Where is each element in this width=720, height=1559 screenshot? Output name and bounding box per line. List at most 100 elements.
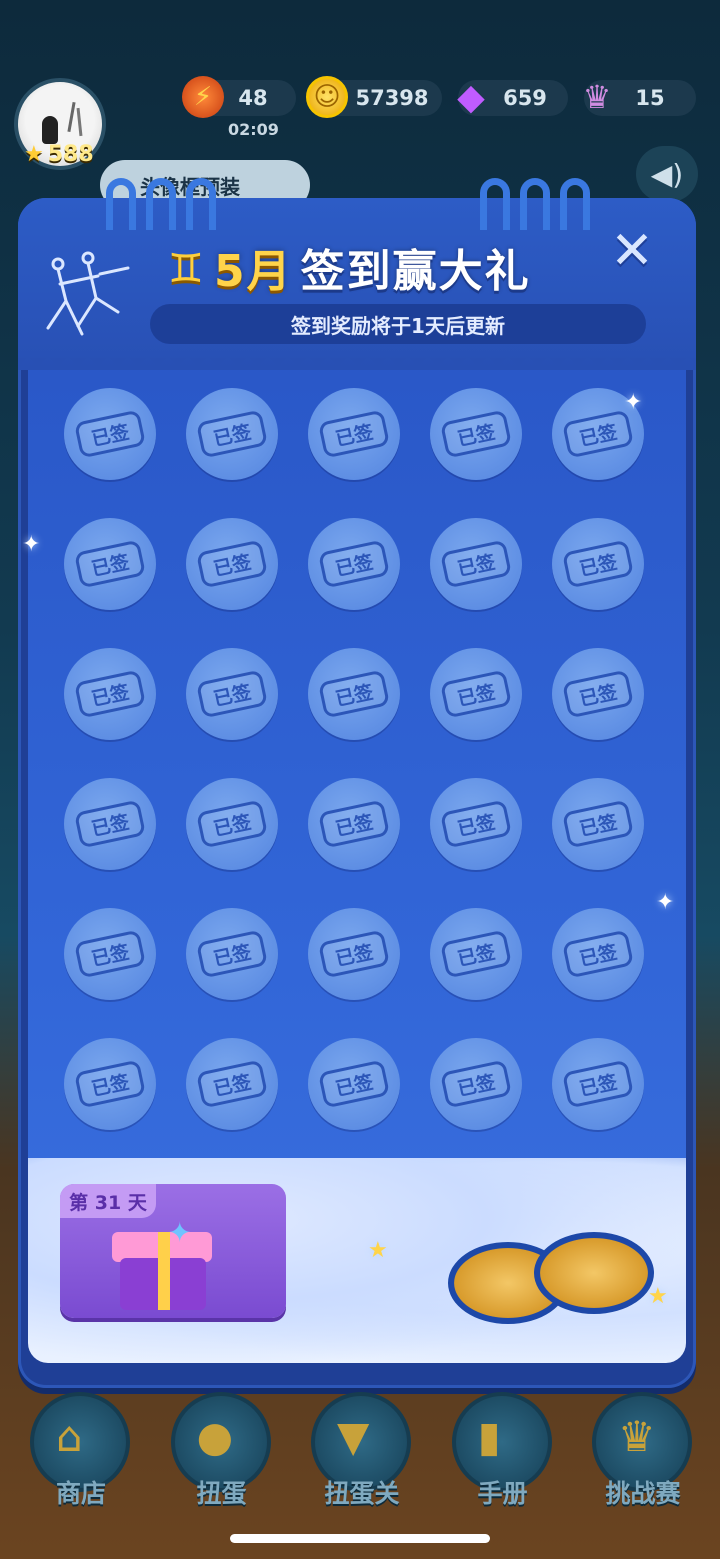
- signed-day-cell[interactable]: 已签: [64, 518, 156, 610]
- signed-stamp: 已签: [317, 409, 391, 459]
- signed-day-cell[interactable]: 已签: [552, 518, 644, 610]
- gift-box-icon: ✦: [110, 1216, 214, 1310]
- signed-day-cell[interactable]: 已签: [186, 778, 278, 870]
- speaker-icon: ◀): [650, 157, 684, 191]
- signed-stamp: 已签: [195, 409, 269, 459]
- signed-day-cell[interactable]: 已签: [308, 648, 400, 740]
- star-icon: ★: [648, 1284, 668, 1309]
- nav-label: 扭蛋关: [324, 1479, 400, 1508]
- gem-icon: ◆: [457, 76, 485, 118]
- signed-day-cell[interactable]: 已签: [308, 908, 400, 1000]
- shop-icon: ⌂: [56, 1412, 83, 1461]
- binder-ring-icon: [520, 178, 550, 230]
- energy-timer: 02:09: [228, 120, 279, 139]
- signed-stamp: 已签: [439, 1059, 513, 1109]
- signed-day-cell[interactable]: 已签: [64, 648, 156, 740]
- day-grid: 已签 已签 已签 已签 已签 已签 已签 已签 已签 已签 已签 已签 已签 已签 已签 已签 已签 已签 已签 已签…: [64, 388, 664, 1130]
- star-icon: ★: [24, 141, 44, 167]
- level-value: 588: [47, 141, 94, 167]
- home-indicator[interactable]: [230, 1534, 490, 1543]
- nav-label: 商店: [55, 1479, 106, 1508]
- signed-day-cell[interactable]: 已签: [308, 518, 400, 610]
- sparkle-icon: ✦: [624, 390, 643, 415]
- signed-stamp: 已签: [439, 799, 513, 849]
- signed-stamp: 已签: [439, 669, 513, 719]
- coin-value: 57398: [355, 86, 429, 110]
- signed-day-cell[interactable]: 已签: [552, 648, 644, 740]
- crown-icon: ♛: [582, 78, 612, 116]
- signed-day-cell[interactable]: 已签: [186, 518, 278, 610]
- signed-day-cell[interactable]: 已签: [64, 908, 156, 1000]
- crown-counter[interactable]: ♛ 15: [583, 78, 696, 116]
- signed-day-cell[interactable]: 已签: [430, 908, 522, 1000]
- signed-stamp: 已签: [561, 669, 635, 719]
- signed-day-cell[interactable]: 已签: [64, 388, 156, 480]
- crown-icon: ♛: [618, 1412, 656, 1461]
- signed-stamp: 已签: [317, 539, 391, 589]
- bonus-day-label: 第 31 天: [60, 1184, 156, 1218]
- signed-stamp: 已签: [317, 799, 391, 849]
- bonus-day-card[interactable]: 第 31 天 ✦: [60, 1184, 286, 1318]
- signed-stamp: 已签: [195, 799, 269, 849]
- signed-day-cell[interactable]: 已签: [552, 908, 644, 1000]
- panel-subtitle: 签到奖励将于1天后更新: [150, 304, 646, 344]
- signed-day-cell[interactable]: 已签: [64, 778, 156, 870]
- signed-day-cell[interactable]: 已签: [430, 778, 522, 870]
- nav-label: 手册: [477, 1479, 528, 1508]
- signed-day-cell[interactable]: 已签: [308, 388, 400, 480]
- nav-gacha-level[interactable]: ▼ 扭蛋关: [307, 1392, 417, 1508]
- signed-day-cell[interactable]: 已签: [186, 648, 278, 740]
- signed-day-cell[interactable]: 已签: [64, 1038, 156, 1130]
- book-icon: ▮: [477, 1412, 501, 1461]
- signed-day-cell[interactable]: 已签: [430, 388, 522, 480]
- nav-handbook[interactable]: ▮ 手册: [448, 1392, 558, 1508]
- signed-stamp: 已签: [561, 409, 635, 459]
- signin-calendar-panel: ♊ 5月 签到赢大礼 签到奖励将于1天后更新 ✕ 已签 已签 已签 已签 已签 已签 已签已…: [18, 178, 696, 1388]
- gemini-badge-icon: ♊: [168, 246, 204, 292]
- signed-stamp: 已签: [195, 1059, 269, 1109]
- gacha-level-icon: ▼: [337, 1412, 370, 1461]
- signed-stamp: 已签: [73, 539, 147, 589]
- signed-day-cell[interactable]: 已签: [552, 778, 644, 870]
- binder-ring-icon: [146, 178, 176, 230]
- signed-day-cell[interactable]: 已签: [308, 778, 400, 870]
- signed-day-cell[interactable]: 已签: [186, 388, 278, 480]
- signed-day-cell[interactable]: 已签: [186, 1038, 278, 1130]
- title-text: 签到赢大礼: [300, 246, 531, 297]
- panel-title: 5月 签到赢大礼: [214, 240, 531, 297]
- title-month: 5月: [214, 246, 293, 297]
- nav-gacha[interactable]: ● 扭蛋: [167, 1392, 277, 1508]
- signed-stamp: 已签: [561, 929, 635, 979]
- signed-stamp: 已签: [73, 1059, 147, 1109]
- energy-counter[interactable]: ⚡ 48: [182, 76, 296, 118]
- signed-stamp: 已签: [195, 929, 269, 979]
- coin-icon: ☺: [306, 76, 348, 118]
- bottom-nav: ⌂ 商店 ● 扭蛋 ▼ 扭蛋关 ▮ 手册 ♛ 挑战赛: [26, 1392, 698, 1512]
- nav-challenge[interactable]: ♛ 挑战赛: [588, 1392, 698, 1508]
- signed-stamp: 已签: [439, 929, 513, 979]
- binder-ring-icon: [480, 178, 510, 230]
- energy-value: 48: [238, 86, 268, 110]
- close-button[interactable]: ✕: [608, 224, 656, 278]
- signed-day-cell[interactable]: 已签: [308, 1038, 400, 1130]
- avatar-calligraphy: [67, 101, 76, 133]
- signed-day-cell[interactable]: 已签: [430, 648, 522, 740]
- nav-label: 扭蛋: [196, 1479, 247, 1508]
- capsule-icon: ●: [196, 1412, 234, 1461]
- nav-shop[interactable]: ⌂ 商店: [26, 1392, 136, 1508]
- gem-counter[interactable]: ◆ 659: [457, 77, 568, 118]
- sparkle-icon: ✦: [656, 890, 675, 915]
- speaker-button[interactable]: ◀): [636, 146, 698, 202]
- coin-counter[interactable]: ☺ 57398: [306, 76, 442, 118]
- signed-day-cell[interactable]: 已签: [552, 1038, 644, 1130]
- gem-value: 659: [503, 86, 547, 110]
- lightning-icon: ⚡: [182, 76, 224, 118]
- sparkle-icon: ✦: [22, 532, 41, 557]
- signed-stamp: 已签: [73, 929, 147, 979]
- signed-day-cell[interactable]: 已签: [430, 1038, 522, 1130]
- signed-stamp: 已签: [73, 669, 147, 719]
- binder-ring-icon: [106, 178, 136, 230]
- signed-day-cell[interactable]: 已签: [186, 908, 278, 1000]
- signed-day-cell[interactable]: 已签: [430, 518, 522, 610]
- player-level: ★ 588: [24, 140, 94, 168]
